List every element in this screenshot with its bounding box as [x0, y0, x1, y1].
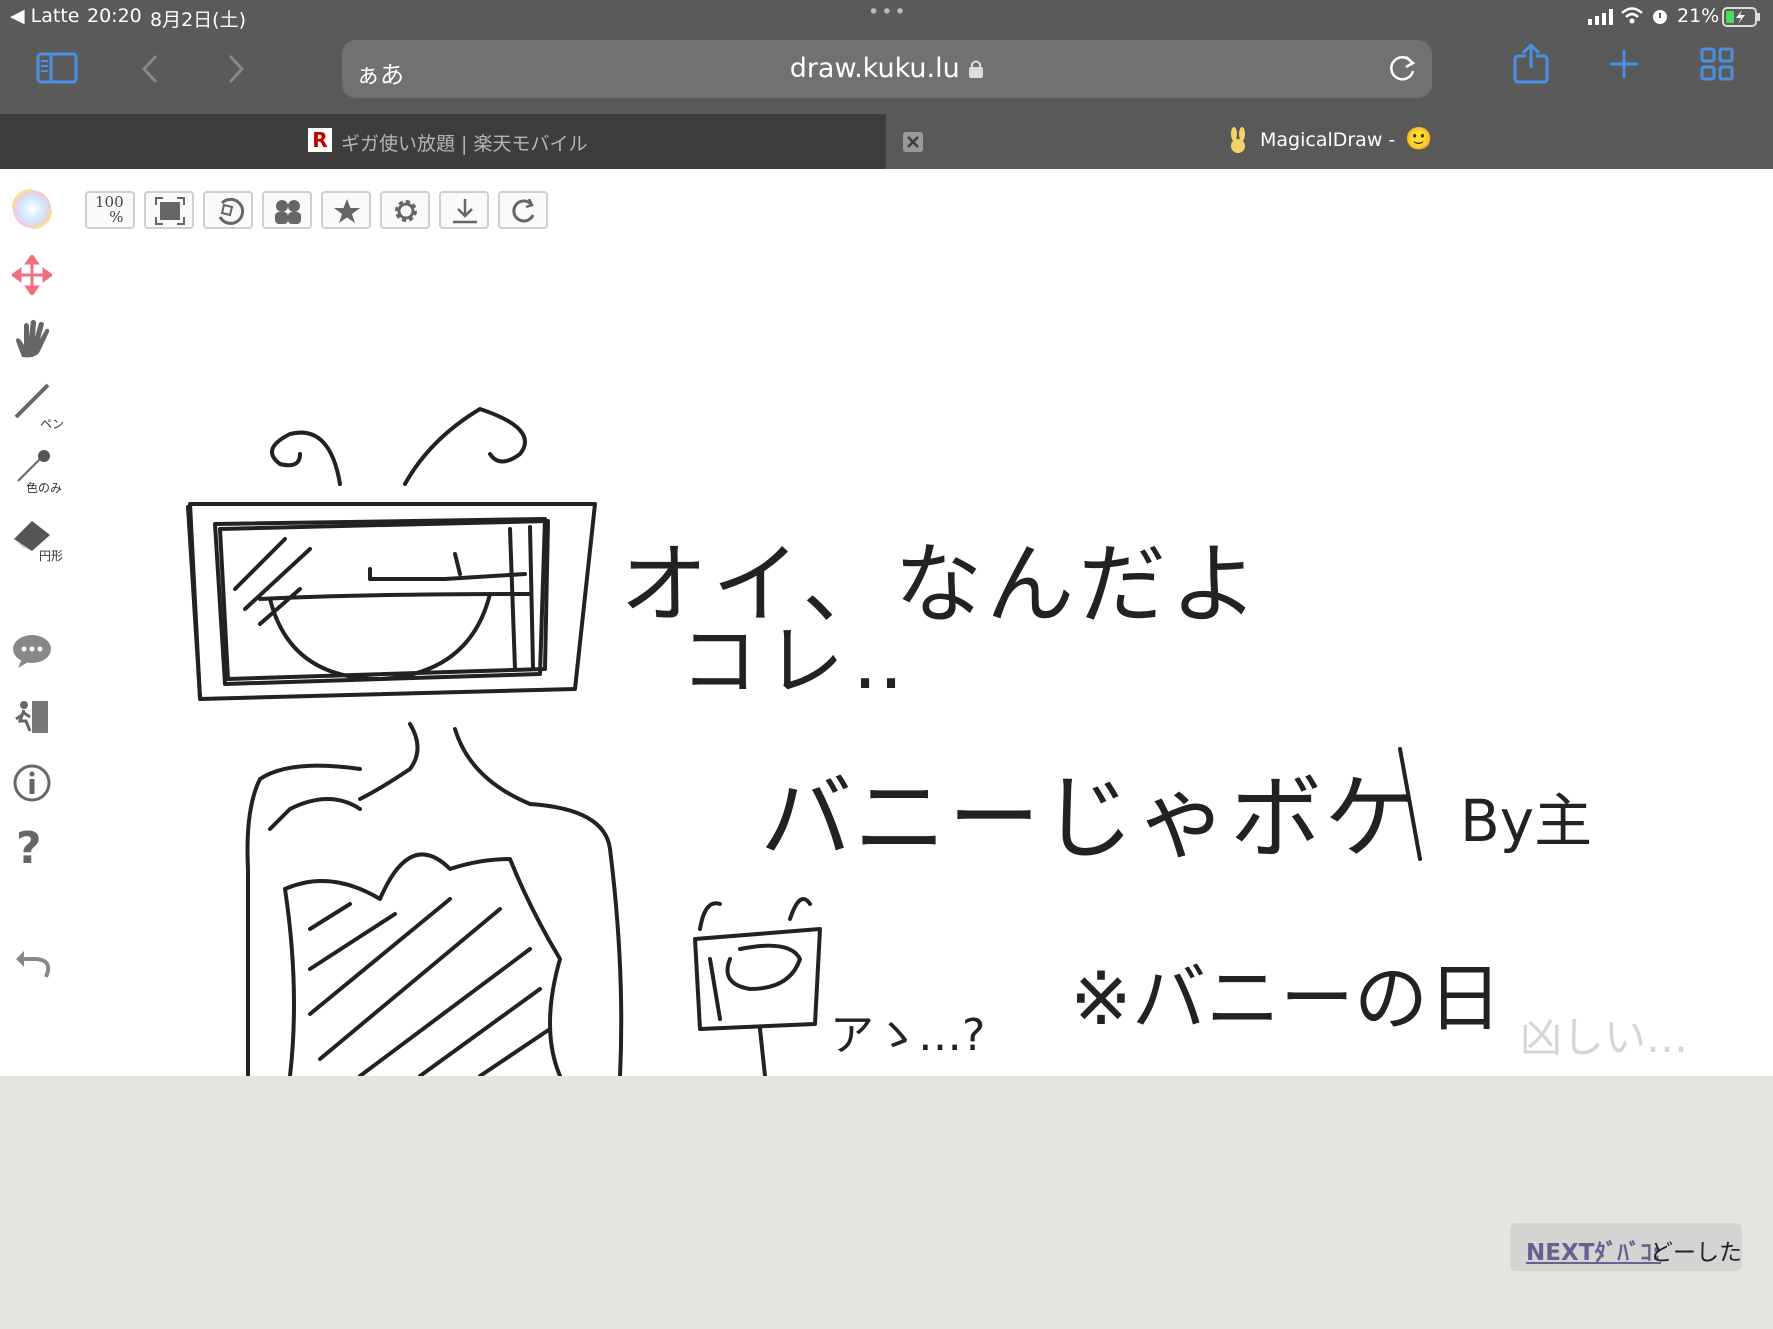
new-tab-icon[interactable] — [1608, 48, 1640, 84]
close-tab-icon[interactable] — [903, 132, 923, 152]
smiley-emoji: 🙂 — [1405, 127, 1433, 152]
forward-icon[interactable] — [226, 54, 246, 88]
url-value: draw.kuku.lu — [789, 53, 960, 84]
next-topic-badge[interactable]: NEXTﾀﾞﾊﾞｺ: どーした — [1510, 1223, 1742, 1271]
drawn-text-note: ※バニーの日 — [1070, 956, 1503, 1042]
drawing-canvas[interactable]: ペン 色のみ 円形 ? 100 % オイ、なんだよ コレ‥ バニーじゃボケ By… — [0, 169, 1773, 1076]
next-topic-link[interactable]: NEXTﾀﾞﾊﾞｺ: — [1526, 1233, 1661, 1267]
drawn-text-by: By主 — [1460, 787, 1593, 855]
address-bar[interactable]: ぁあ draw.kuku.lu — [342, 40, 1432, 98]
sidebar-icon[interactable] — [36, 52, 78, 88]
back-to-app[interactable]: ◀ Latte — [10, 5, 79, 27]
status-bar: ◀ Latte 20:20 8月2日(土) ••• 21% — [0, 0, 1773, 34]
share-icon[interactable] — [1512, 42, 1550, 88]
signal-icon — [1588, 8, 1616, 30]
browser-toolbar: ぁあ draw.kuku.lu — [0, 34, 1773, 114]
clock: 20:20 — [87, 5, 142, 27]
url-text: draw.kuku.lu — [342, 53, 1432, 84]
drawn-text-line3: バニーじゃボケ — [760, 765, 1419, 872]
tab-title: MagicalDraw - — [1260, 129, 1396, 151]
battery-icon — [1722, 7, 1762, 32]
tab-title: ギガ使い放題 | 楽天モバイル — [341, 133, 588, 155]
rabbit-icon — [1228, 127, 1248, 159]
wifi-icon — [1620, 6, 1644, 29]
rakuten-favicon: R — [308, 128, 332, 152]
tab-bar: R ギガ使い放題 | 楽天モバイル MagicalDraw - 🙂 — [0, 114, 1773, 169]
lock-icon — [969, 60, 984, 78]
tab-magicaldraw[interactable]: MagicalDraw - 🙂 — [886, 114, 1773, 169]
alarm-icon — [1650, 6, 1670, 31]
drawn-text-small: アゝ…? — [830, 1010, 986, 1061]
drawn-text-faint: 凶しい… — [1520, 1013, 1689, 1062]
next-topic-value: どーした — [1650, 1240, 1742, 1266]
multitask-dots[interactable]: ••• — [868, 1, 908, 23]
back-icon[interactable] — [140, 54, 160, 88]
date: 8月2日(土) — [150, 9, 247, 31]
drawn-text-line2: コレ‥ — [680, 617, 913, 707]
tabs-overview-icon[interactable] — [1700, 47, 1734, 85]
battery-percent: 21% — [1677, 5, 1720, 27]
tab-rakuten[interactable]: R ギガ使い放題 | 楽天モバイル — [0, 114, 886, 169]
reload-icon[interactable] — [1388, 53, 1418, 87]
